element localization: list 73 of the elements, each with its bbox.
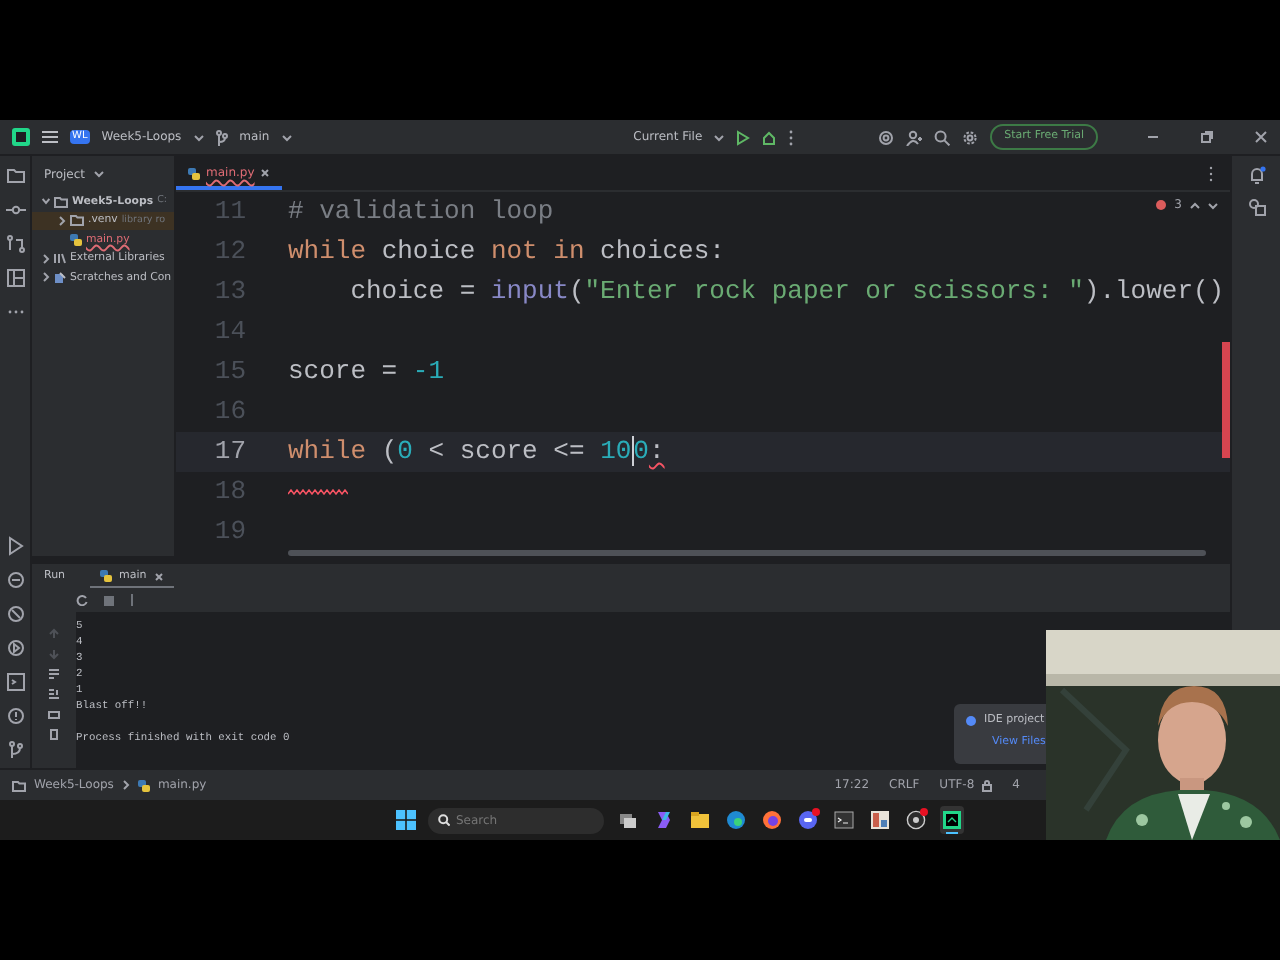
collapse-caret-icon[interactable] (42, 272, 50, 283)
python-file-icon (188, 167, 200, 179)
chat-app-icon[interactable] (798, 810, 818, 830)
caret-icon (193, 133, 204, 141)
python-console-icon[interactable] (5, 570, 25, 590)
search-icon[interactable] (934, 129, 951, 145)
settings-icon[interactable] (962, 129, 979, 145)
close-icon[interactable] (154, 571, 165, 581)
python-file-icon (137, 779, 150, 791)
caret-icon (281, 133, 292, 141)
info-icon (966, 715, 976, 726)
close-icon[interactable] (260, 168, 271, 178)
error-icon (1156, 200, 1167, 210)
python-file-icon (99, 570, 112, 582)
pull-request-icon[interactable] (5, 234, 25, 254)
scrollbar[interactable] (288, 550, 1206, 556)
folder-icon (12, 779, 26, 791)
more-icon[interactable] (1208, 165, 1214, 181)
active-indicator (946, 831, 958, 834)
notifications-icon[interactable] (1247, 166, 1265, 184)
restore-icon[interactable] (1200, 130, 1214, 144)
edge-app-icon[interactable] (726, 810, 746, 830)
add-user-icon[interactable] (906, 129, 923, 145)
terminal-app-icon[interactable] (834, 810, 854, 830)
wrap-icon[interactable] (48, 668, 60, 680)
library-icon (54, 252, 66, 265)
copilot-app-icon[interactable] (654, 810, 674, 830)
git-icon[interactable] (5, 740, 25, 760)
code-line: while (0 < score <= 100: (288, 434, 665, 471)
branch-icon (215, 129, 228, 145)
scroll-end-icon[interactable] (48, 688, 60, 700)
python-file-icon (70, 233, 82, 246)
caret-icon (93, 170, 104, 178)
terminal-icon[interactable] (5, 672, 25, 692)
app-logo-icon (12, 128, 30, 146)
print-icon[interactable] (48, 708, 60, 720)
minimize-icon[interactable] (1146, 130, 1160, 144)
expand-caret-icon[interactable] (42, 196, 50, 207)
chevron-icon (121, 780, 130, 790)
code-line: # validation loop (288, 194, 554, 231)
close-icon[interactable] (1254, 130, 1268, 144)
run-icon[interactable] (5, 536, 25, 556)
lock-icon (982, 779, 993, 791)
folder-icon[interactable] (5, 166, 25, 186)
line-number: 17 (212, 434, 246, 471)
scratch-icon (54, 271, 66, 284)
services-icon[interactable] (5, 604, 25, 624)
problems-icon[interactable] (5, 706, 25, 726)
collapse-caret-icon[interactable] (42, 253, 50, 264)
code-line: score = -1 (288, 354, 445, 391)
menu-icon[interactable] (42, 130, 58, 144)
down-caret-icon[interactable] (1208, 201, 1218, 209)
stop-icon[interactable] (104, 595, 114, 605)
ide-app-icon[interactable] (942, 810, 962, 830)
task-view-app-icon[interactable] (618, 810, 638, 830)
photo-app-icon[interactable] (870, 810, 890, 830)
up-caret-icon[interactable] (1190, 201, 1200, 209)
run-icon[interactable] (736, 129, 751, 145)
delete-icon[interactable] (48, 728, 60, 740)
commit-icon[interactable] (5, 200, 25, 220)
rerun-icon[interactable] (76, 594, 88, 606)
firefox-app-icon[interactable] (762, 810, 782, 830)
collapse-caret-icon[interactable] (58, 215, 66, 226)
code-line: while choice not in choices: (288, 234, 725, 271)
windows-start-icon[interactable] (396, 810, 416, 830)
more-icon[interactable] (788, 129, 795, 145)
code-line: choice = input("Enter rock paper or scissors: ").lower() (348, 274, 1225, 311)
scrollbar[interactable] (1222, 342, 1230, 458)
search-icon (438, 814, 450, 826)
layout-icon[interactable] (5, 268, 25, 288)
caret-icon (714, 133, 725, 141)
packages-icon[interactable] (5, 638, 25, 658)
folder-app-icon[interactable] (690, 810, 710, 830)
